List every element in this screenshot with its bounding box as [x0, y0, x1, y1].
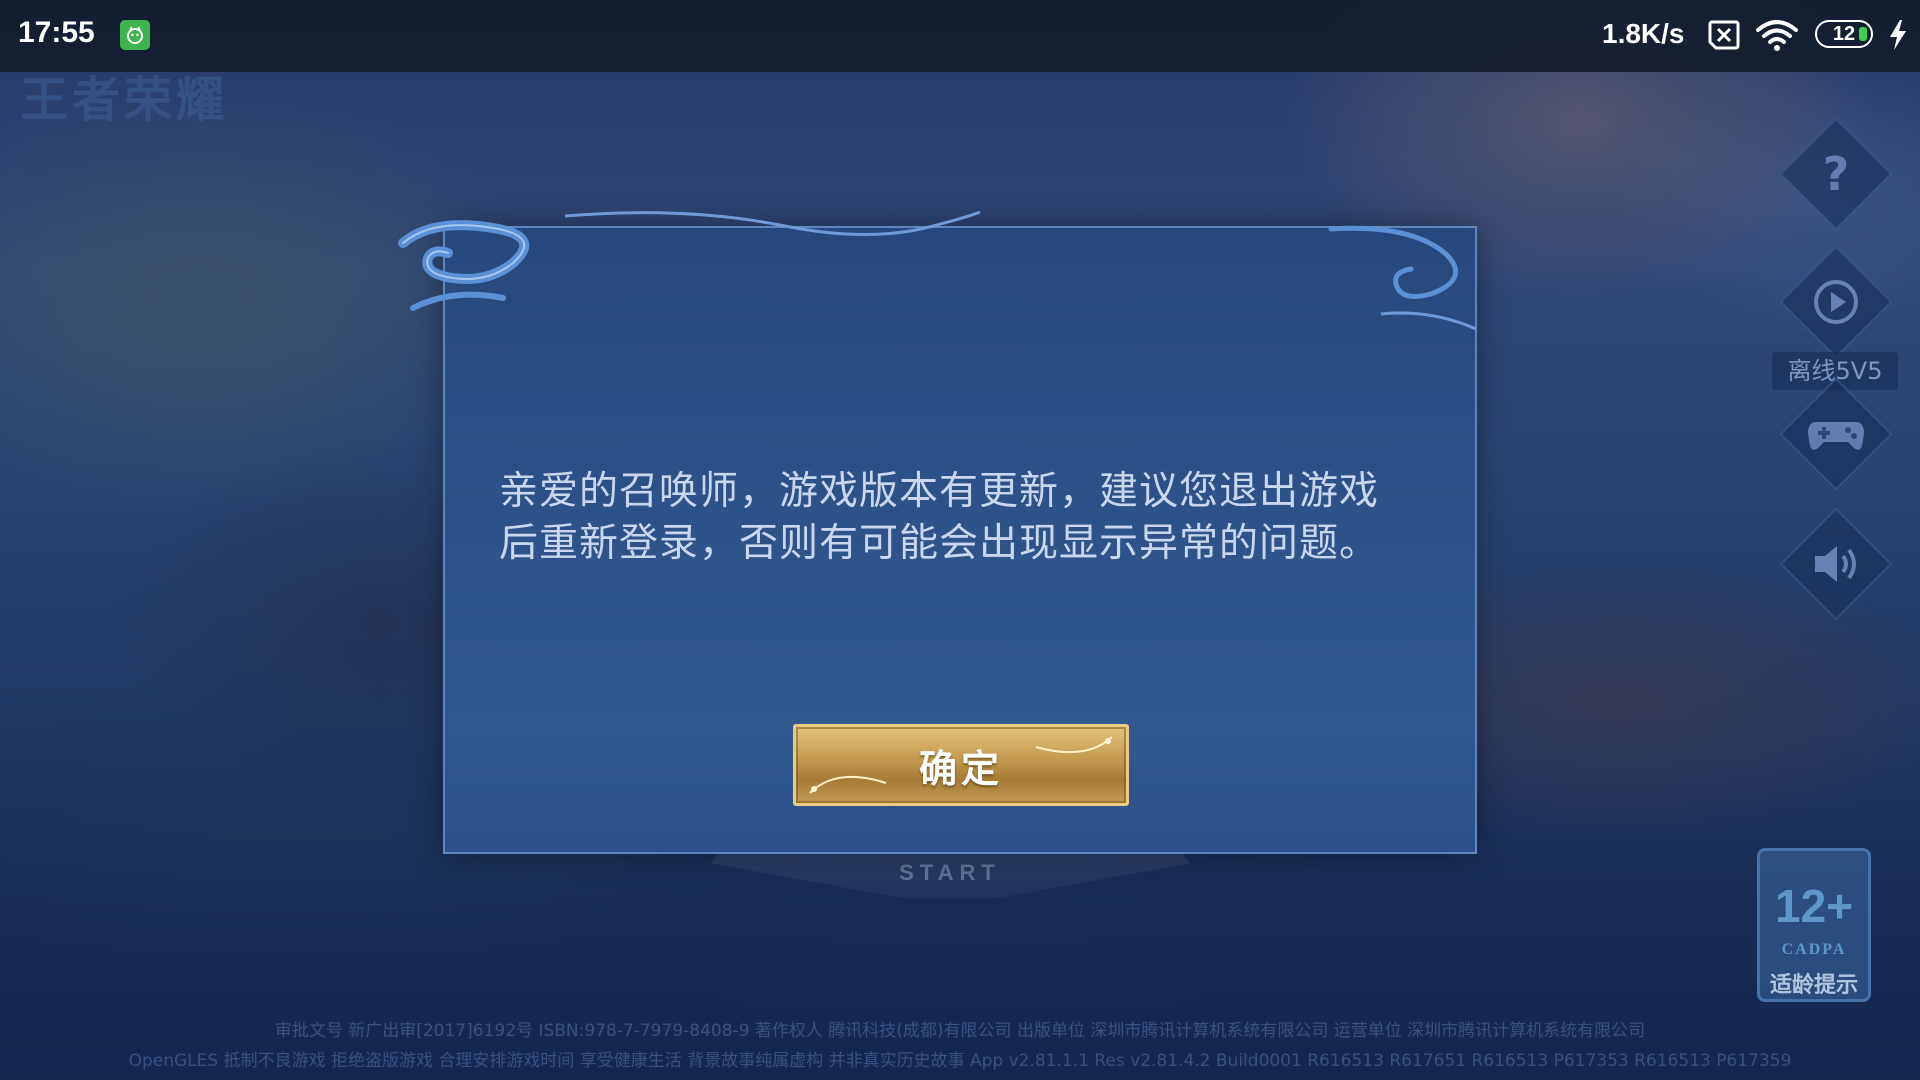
footer-copyright-line-2: OpenGLES 抵制不良游戏 拒绝盗版游戏 合理安排游戏时间 享受健康生活 背… — [128, 1051, 1792, 1071]
update-dialog: 亲爱的召唤师，游戏版本有更新，建议您退出游戏 后重新登录，否则有可能会出现显示异… — [398, 210, 1477, 854]
battery-level: 12 — [1832, 23, 1856, 45]
scroll-ornament-right — [1328, 225, 1477, 331]
play-replay-icon — [1796, 262, 1876, 342]
rating-org: CADPA — [1781, 941, 1847, 958]
confirm-label: 确定 — [918, 746, 1003, 791]
confirm-button[interactable]: 确定 — [793, 724, 1129, 806]
wifi-icon — [1756, 18, 1798, 56]
sim-cancel-icon — [1706, 20, 1742, 54]
volume-icon — [1796, 524, 1876, 604]
battery-icon: 12 — [1815, 20, 1873, 48]
status-time: 17:55 — [18, 16, 95, 49]
status-bar: 17:55 1.8K/s 12 — [0, 0, 1920, 72]
charging-bolt-icon — [1888, 20, 1908, 54]
network-speed: 1.8K/s — [1602, 18, 1685, 49]
start-label: START — [899, 860, 1001, 885]
gamepad-icon — [1796, 394, 1876, 474]
help-icon: ? — [1822, 147, 1850, 201]
age-hint-label: 适龄提示 — [1769, 973, 1858, 998]
footer-copyright-line-1: 审批文号 新广出审[2017]6192号 ISBN:978-7-7979-840… — [274, 1021, 1646, 1041]
dialog-message: 亲爱的召唤师，游戏版本有更新，建议您退出游戏 后重新登录，否则有可能会出现显示异… — [499, 469, 1380, 566]
game-screen: 王者荣耀 17:55 1.8K/s 12 ? 离线5V5 START 12+ C… — [0, 0, 1920, 1080]
age-rating: 12+ — [1774, 880, 1854, 932]
age-rating-badge[interactable]: 12+ CADPA 适龄提示 — [1757, 848, 1871, 1002]
cat-face-icon — [120, 20, 150, 50]
